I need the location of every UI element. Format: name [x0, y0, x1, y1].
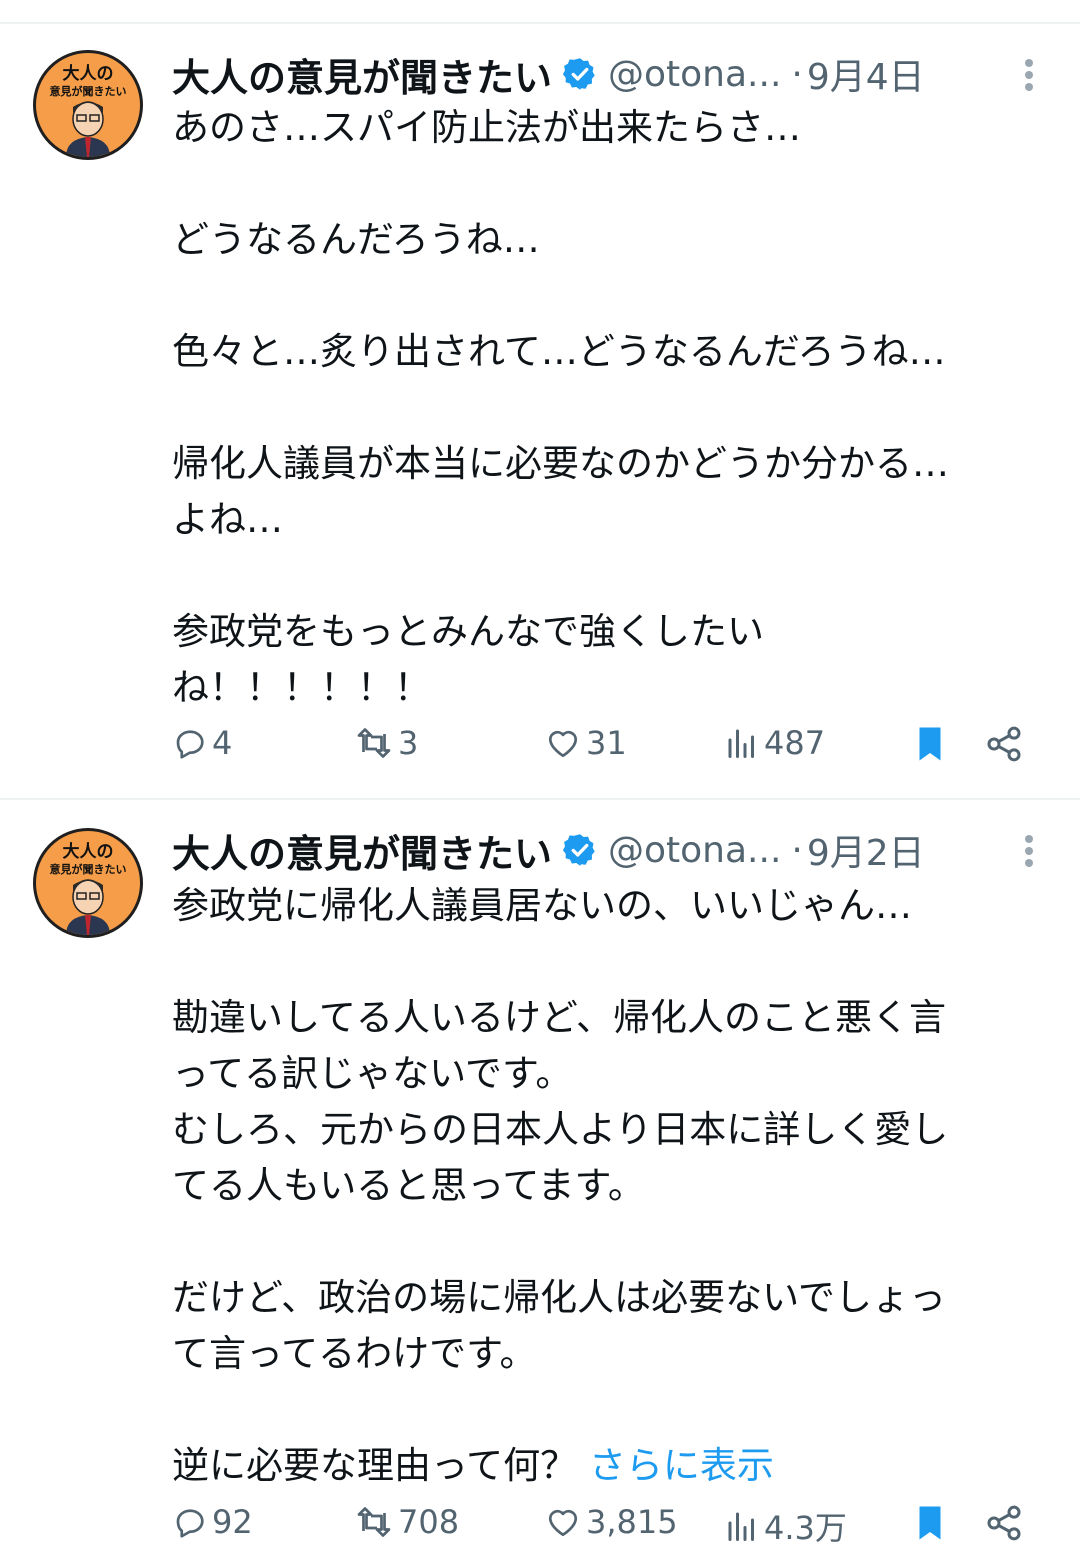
more-options-icon[interactable]	[1022, 832, 1036, 872]
reply-count: 92	[212, 1503, 253, 1541]
bookmark-button[interactable]	[912, 724, 948, 764]
views-button[interactable]: 4.3万	[724, 1503, 847, 1549]
top-divider	[0, 22, 1080, 24]
views-icon	[728, 1512, 754, 1541]
show-more-link[interactable]: さらに表示	[589, 1444, 774, 1487]
views-button[interactable]: 487	[724, 724, 825, 762]
reply-count: 4	[212, 724, 233, 762]
like-count: 3,815	[586, 1503, 678, 1541]
tweet-text: 参政党に帰化人議員居ないの、いいじゃん… 勘違いしてる人いるけど、帰化人のこと悪…	[172, 878, 1052, 1494]
timestamp[interactable]: 9月4日	[807, 48, 925, 100]
like-button[interactable]: 31	[544, 724, 627, 762]
retweet-count: 708	[398, 1503, 460, 1541]
retweet-button[interactable]: 3	[354, 724, 418, 762]
bookmark-button[interactable]	[912, 1503, 948, 1543]
handle[interactable]: @otona...	[608, 830, 781, 871]
view-count: 487	[764, 724, 826, 762]
retweet-button[interactable]: 708	[354, 1503, 459, 1541]
share-icon	[987, 1505, 1021, 1541]
avatar[interactable]: 大人の 意見が聞きたい	[33, 828, 143, 938]
reply-button[interactable]: 4	[172, 724, 232, 762]
action-bar: 4 3 31 487	[172, 724, 1032, 774]
view-count: 4.3万	[764, 1509, 847, 1547]
display-name[interactable]: 大人の意見が聞きたい	[172, 47, 552, 102]
action-bar: 92 708 3,815 4.3万	[172, 1503, 1032, 1553]
verified-badge-icon	[562, 58, 595, 90]
avatar-title: 大人の	[63, 841, 114, 862]
reply-icon	[176, 1509, 204, 1538]
like-button[interactable]: 3,815	[544, 1503, 678, 1541]
display-name[interactable]: 大人の意見が聞きたい	[172, 823, 552, 878]
bookmark-icon	[919, 1506, 941, 1540]
tweet-header: 大人の意見が聞きたい @otona... · 9月2日	[172, 820, 1080, 880]
handle[interactable]: @otona...	[608, 54, 781, 95]
tweet-divider	[0, 798, 1080, 800]
separator-dot: ·	[791, 53, 803, 95]
like-icon	[548, 730, 578, 758]
tweet-header: 大人の意見が聞きたい @otona... · 9月4日	[172, 44, 1080, 104]
separator-dot: ·	[791, 829, 803, 871]
retweet-icon	[357, 1507, 391, 1537]
tweet-body: 参政党に帰化人議員居ないの、いいじゃん… 勘違いしてる人いるけど、帰化人のこと悪…	[172, 884, 949, 1487]
tweet-body: あのさ…スパイ防止法が出来たらさ… どうなるんだろうね… 色々と…炙り出されて……	[172, 106, 949, 709]
reply-icon	[176, 730, 204, 759]
bookmark-icon	[919, 727, 941, 761]
like-icon	[548, 1509, 578, 1537]
tweet-text: あのさ…スパイ防止法が出来たらさ… どうなるんだろうね… 色々と…炙り出されて……	[172, 100, 1052, 716]
avatar-title: 大人の	[63, 63, 114, 84]
retweet-icon	[357, 728, 391, 758]
reply-button[interactable]: 92	[172, 1503, 253, 1541]
views-icon	[728, 729, 754, 758]
verified-badge-icon	[562, 834, 595, 866]
avatar-subtitle: 意見が聞きたい	[50, 862, 127, 876]
avatar-subtitle: 意見が聞きたい	[50, 84, 127, 98]
more-options-icon[interactable]	[1022, 56, 1036, 96]
timestamp[interactable]: 9月2日	[807, 824, 925, 876]
avatar[interactable]: 大人の 意見が聞きたい	[33, 50, 143, 160]
share-button[interactable]	[984, 1503, 1024, 1543]
retweet-count: 3	[398, 724, 419, 762]
like-count: 31	[586, 724, 627, 762]
share-button[interactable]	[984, 724, 1024, 764]
share-icon	[987, 726, 1021, 762]
